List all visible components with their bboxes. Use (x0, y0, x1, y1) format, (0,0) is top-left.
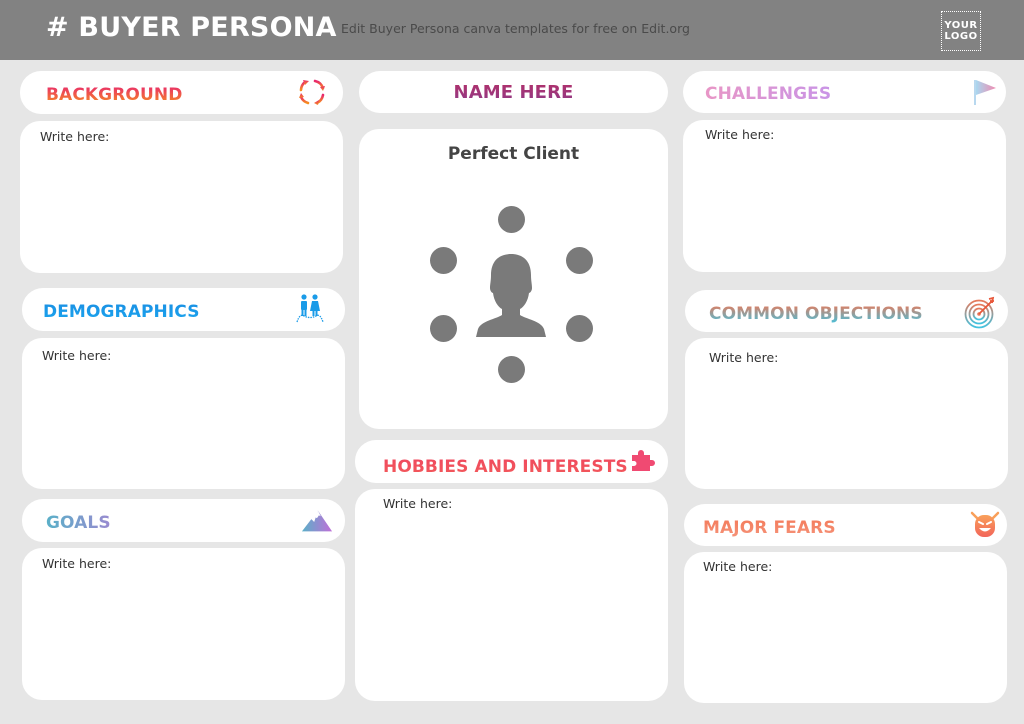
goals-label: GOALS (46, 513, 111, 533)
challenges-header: CHALLENGES (683, 71, 1006, 113)
goals-header: GOALS (22, 499, 345, 542)
mountain-icon (301, 510, 333, 532)
name-header[interactable]: NAME HERE (359, 71, 668, 113)
logo-line-2: LOGO (944, 31, 978, 42)
page-title: # BUYER PERSONA (46, 12, 337, 43)
hobbies-content[interactable]: Write here: (355, 489, 668, 701)
target-icon (964, 296, 995, 329)
perfect-client-card: Perfect Client (359, 129, 668, 429)
goals-body[interactable]: Write here: (42, 556, 111, 571)
logo-line-1: YOUR (944, 20, 978, 31)
challenges-label: CHALLENGES (705, 84, 832, 104)
refresh-arrows-icon (299, 79, 325, 105)
network-node (430, 247, 457, 274)
logo-placeholder[interactable]: YOUR LOGO (941, 11, 981, 51)
network-node (430, 315, 457, 342)
background-content[interactable]: Write here: (20, 121, 343, 273)
monster-face-icon (970, 511, 1000, 537)
fears-header: MAJOR FEARS (684, 504, 1007, 546)
person-silhouette-icon (476, 254, 546, 337)
flag-icon (974, 80, 996, 105)
fears-content[interactable]: Write here: (684, 552, 1007, 703)
demographics-header: DEMOGRAPHICS (22, 288, 345, 331)
demographics-label: DEMOGRAPHICS (43, 302, 200, 322)
network-node (498, 206, 525, 233)
fears-body[interactable]: Write here: (703, 559, 772, 574)
background-body[interactable]: Write here: (40, 129, 109, 144)
objections-content[interactable]: Write here: (685, 338, 1008, 489)
challenges-content[interactable]: Write here: (683, 120, 1006, 272)
puzzle-icon (632, 450, 655, 471)
objections-header: COMMON OBJECTIONS (685, 290, 1008, 332)
header-bar: # BUYER PERSONA Edit Buyer Persona canva… (0, 0, 1024, 60)
challenges-body[interactable]: Write here: (705, 127, 774, 142)
fears-label: MAJOR FEARS (703, 518, 836, 538)
couple-icon (296, 294, 324, 323)
demographics-body[interactable]: Write here: (42, 348, 111, 363)
objections-body[interactable]: Write here: (709, 350, 778, 365)
background-header: BACKGROUND (20, 71, 343, 114)
objections-label: COMMON OBJECTIONS (709, 304, 923, 324)
demographics-content[interactable]: Write here: (22, 338, 345, 489)
network-node (566, 315, 593, 342)
background-label: BACKGROUND (46, 85, 183, 105)
goals-content[interactable]: Write here: (22, 548, 345, 700)
persona-name[interactable]: NAME HERE (359, 82, 668, 103)
hobbies-header: HOBBIES AND INTERESTS (355, 440, 668, 483)
hobbies-body[interactable]: Write here: (383, 496, 452, 511)
network-node (566, 247, 593, 274)
hobbies-label: HOBBIES AND INTERESTS (383, 457, 628, 477)
network-node (498, 356, 525, 383)
person-network-icon (359, 129, 668, 429)
page-subtitle: Edit Buyer Persona canva templates for f… (341, 21, 690, 36)
